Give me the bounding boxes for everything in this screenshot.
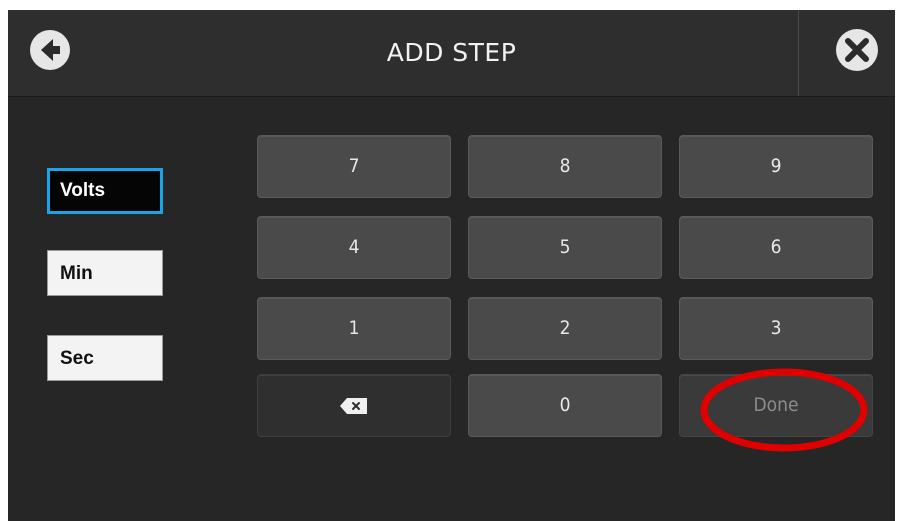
unit-sec-button[interactable]: Sec: [47, 335, 163, 381]
header-bar: ADD STEP: [8, 10, 895, 97]
key-2[interactable]: 2: [468, 297, 662, 360]
key-6[interactable]: 6: [679, 216, 873, 279]
done-button[interactable]: Done: [679, 374, 873, 437]
header-divider: [798, 10, 799, 96]
unit-min-button[interactable]: Min: [47, 250, 163, 296]
back-button[interactable]: [28, 28, 72, 72]
key-3[interactable]: 3: [679, 297, 873, 360]
key-7[interactable]: 7: [257, 135, 451, 198]
key-8[interactable]: 8: [468, 135, 662, 198]
unit-volts-button[interactable]: Volts: [47, 168, 163, 214]
backspace-icon: [340, 397, 367, 414]
key-4[interactable]: 4: [257, 216, 451, 279]
add-step-screen: ADD STEP Volts Min Sec 7 8 9 4 5 6 1 2 3…: [8, 10, 895, 521]
x-circle-icon: [836, 29, 878, 71]
key-0[interactable]: 0: [468, 374, 662, 437]
backspace-key[interactable]: [257, 374, 451, 437]
key-9[interactable]: 9: [679, 135, 873, 198]
key-1[interactable]: 1: [257, 297, 451, 360]
key-5[interactable]: 5: [468, 216, 662, 279]
close-button[interactable]: [834, 27, 880, 73]
page-title: ADD STEP: [386, 38, 517, 67]
arrow-left-circle-icon: [30, 30, 70, 70]
